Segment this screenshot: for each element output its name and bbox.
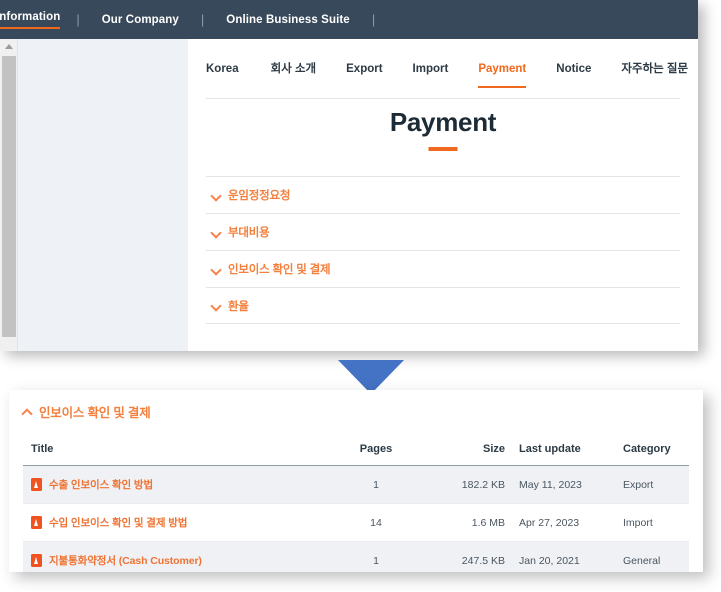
cell-category: Export [609, 465, 689, 504]
topnav-separator: | [200, 12, 205, 27]
cell-pages: 14 [333, 503, 419, 542]
cell-pages: 1 [333, 465, 419, 504]
accordion-item-label: 부대비용 [228, 227, 270, 239]
callout-down-arrow-icon [338, 360, 404, 394]
page-scrollbar[interactable] [0, 39, 18, 351]
expanded-accordion-panel: 인보이스 확인 및 결제 Title Pages Size Last updat… [9, 390, 703, 572]
scroll-up-arrow-icon[interactable] [0, 39, 18, 54]
cell-category: General [609, 541, 689, 572]
tab-자주하는-질문[interactable]: 자주하는 질문 [621, 57, 688, 86]
screenshot-root: Information | Our Company | Online Business … [0, 0, 721, 592]
chevron-down-icon [212, 301, 221, 310]
page-left-gutter [18, 39, 188, 351]
document-link[interactable]: 수출 인보이스 확인 방법 [49, 477, 153, 492]
pdf-file-icon [31, 554, 42, 567]
topnav-separator: | [371, 12, 376, 27]
tab-회사-소개[interactable]: 회사 소개 [271, 57, 317, 86]
tab-export[interactable]: Export [346, 57, 382, 86]
accordion-item-label: 인보이스 확인 및 결제 [228, 264, 331, 276]
table-row[interactable]: 수출 인보이스 확인 방법 1 182.2 KB May 11, 2023 Export [23, 465, 689, 504]
pdf-file-icon [31, 516, 42, 529]
tab-import[interactable]: Import [413, 57, 449, 86]
tab-korea[interactable]: Korea [206, 57, 239, 86]
topnav-item-information[interactable]: Information [0, 10, 61, 29]
cell-size: 182.2 KB [419, 465, 505, 504]
cell-last-update: Apr 27, 2023 [505, 503, 609, 542]
topnav-separator: | [76, 12, 80, 27]
accordion-item[interactable]: 부대비용 [206, 213, 680, 250]
cell-size: 1.6 MB [419, 503, 505, 542]
top-navigation-bar: Information | Our Company | Online Business … [0, 0, 698, 39]
accordion-item[interactable]: 운임정정요청 [206, 176, 680, 213]
accordion-item[interactable]: 인보이스 확인 및 결제 [206, 250, 680, 287]
scrollbar-thumb[interactable] [2, 56, 16, 337]
document-link[interactable]: 지불통화약정서 (Cash Customer) [49, 553, 202, 568]
pdf-file-icon [31, 478, 42, 491]
cell-last-update: May 11, 2023 [505, 465, 609, 504]
cell-category: Import [609, 503, 689, 542]
column-header-title: Title [23, 435, 333, 466]
column-header-last-update: Last update [505, 435, 609, 466]
document-link[interactable]: 수입 인보이스 확인 및 결제 방법 [49, 515, 187, 530]
column-header-pages: Pages [333, 435, 419, 466]
column-header-category: Category [609, 435, 689, 466]
table-header-row: Title Pages Size Last update Category [23, 435, 689, 466]
topnav-item-online-business-suite[interactable]: Online Business Suite [226, 13, 350, 27]
browser-page-panel: Information | Our Company | Online Business … [0, 0, 698, 351]
page-title: Payment [389, 107, 497, 137]
chevron-up-icon [23, 407, 32, 416]
cell-title: 수입 인보이스 확인 및 결제 방법 [23, 503, 333, 542]
section-tab-bar: Korea 회사 소개 Export Import Payment Notice 자주하는 … [188, 57, 698, 99]
expanded-accordion-header[interactable]: 인보이스 확인 및 결제 [23, 402, 151, 421]
cell-size: 247.5 KB [419, 541, 505, 572]
cell-last-update: Jan 20, 2021 [505, 541, 609, 572]
accordion-list: 운임정정요청부대비용인보이스 확인 및 결제환율 [206, 176, 680, 324]
topnav-item-our-company[interactable]: Our Company [102, 13, 179, 27]
cell-pages: 1 [333, 541, 419, 572]
table-row[interactable]: 지불통화약정서 (Cash Customer) 1 247.5 KB Jan 20, … [23, 541, 689, 572]
cell-title: 지불통화약정서 (Cash Customer) [23, 541, 333, 572]
cell-title: 수출 인보이스 확인 방법 [23, 465, 333, 504]
chevron-down-icon [212, 191, 221, 200]
expanded-accordion-label: 인보이스 확인 및 결제 [39, 406, 151, 420]
page-title-underline [428, 147, 458, 151]
tab-payment[interactable]: Payment [478, 57, 527, 88]
documents-table-wrapper: Title Pages Size Last update Category 수출… [23, 435, 703, 572]
accordion-item-label: 환율 [228, 300, 249, 313]
tab-notice[interactable]: Notice [556, 57, 591, 86]
table-row[interactable]: 수입 인보이스 확인 및 결제 방법 14 1.6 MB Apr 27, 2023 Im… [23, 503, 689, 542]
accordion-item-label: 운임정정요청 [228, 190, 291, 202]
documents-table: Title Pages Size Last update Category 수출… [23, 435, 689, 572]
page-content-area: Korea 회사 소개 Export Import Payment Notice 자주하는 … [188, 39, 698, 351]
chevron-down-icon [212, 228, 221, 237]
accordion-item[interactable]: 환율 [206, 287, 680, 324]
chevron-down-icon [212, 265, 221, 274]
tab-bar-divider [206, 98, 680, 99]
column-header-size: Size [419, 435, 505, 466]
